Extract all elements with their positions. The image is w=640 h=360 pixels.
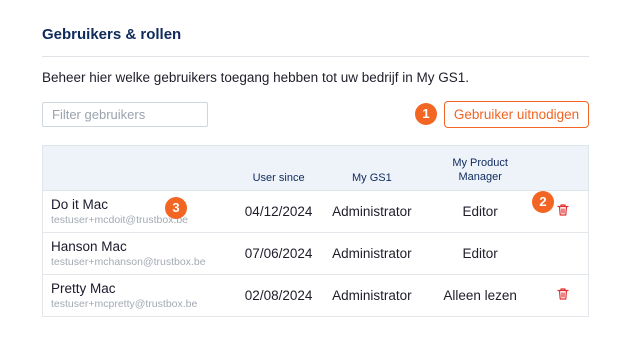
invite-user-button[interactable]: Gebruiker uitnodigen bbox=[444, 101, 589, 128]
column-header-my-product-manager: My Product Manager bbox=[422, 145, 539, 191]
product-manager-role-cell: Editor bbox=[422, 190, 539, 233]
trash-icon[interactable] bbox=[556, 287, 570, 301]
user-cell: Hanson Mac testuser+mchanson@trustbox.be bbox=[41, 232, 236, 275]
user-since-cell: 02/08/2024 bbox=[235, 274, 322, 317]
user-name: Pretty Mac bbox=[51, 280, 116, 296]
column-header-user bbox=[42, 145, 236, 191]
user-cell: Pretty Mac testuser+mcpretty@trustbox.be bbox=[41, 274, 236, 317]
callout-badge-2: 2 bbox=[532, 191, 554, 213]
column-header-my-product-manager-label: My Product Manager bbox=[452, 157, 508, 183]
my-gs1-role-cell: Administrator bbox=[321, 190, 423, 233]
user-email: testuser+mcpretty@trustbox.be bbox=[51, 297, 198, 310]
actions-cell bbox=[538, 232, 590, 275]
column-header-user-since: User since bbox=[235, 145, 322, 191]
my-gs1-role-cell: Administrator bbox=[321, 274, 423, 317]
divider bbox=[42, 56, 589, 57]
callout-badge-3: 3 bbox=[165, 197, 187, 219]
table-row: Hanson Mac testuser+mchanson@trustbox.be… bbox=[41, 232, 590, 275]
product-manager-role-cell: Editor bbox=[422, 232, 539, 275]
my-gs1-role-cell: Administrator bbox=[321, 232, 423, 275]
callout-badge-1: 1 bbox=[415, 103, 437, 125]
users-table: User since My GS1 My Product Manager Do … bbox=[41, 145, 590, 317]
column-header-my-gs1: My GS1 bbox=[321, 145, 423, 191]
user-since-cell: 04/12/2024 bbox=[235, 190, 322, 233]
table-row: Pretty Mac testuser+mcpretty@trustbox.be… bbox=[41, 274, 590, 317]
product-manager-role-cell: Alleen lezen bbox=[422, 274, 539, 317]
actions-cell bbox=[538, 274, 590, 317]
user-email: testuser+mchanson@trustbox.be bbox=[51, 255, 206, 268]
table-header-row: User since My GS1 My Product Manager bbox=[42, 145, 589, 191]
trash-icon[interactable] bbox=[556, 203, 570, 217]
page-description: Beheer hier welke gebruikers toegang heb… bbox=[42, 70, 469, 85]
user-name: Hanson Mac bbox=[51, 238, 127, 254]
user-name: Do it Mac bbox=[51, 196, 109, 212]
user-email: testuser+mcdoit@trustbox.be bbox=[51, 213, 189, 226]
user-cell: Do it Mac testuser+mcdoit@trustbox.be bbox=[41, 190, 236, 233]
page-title: Gebruikers & rollen bbox=[42, 26, 182, 43]
column-header-actions bbox=[538, 145, 589, 191]
filter-users-input[interactable] bbox=[42, 102, 208, 127]
table-row: Do it Mac testuser+mcdoit@trustbox.be 04… bbox=[41, 190, 590, 233]
user-since-cell: 07/06/2024 bbox=[235, 232, 322, 275]
